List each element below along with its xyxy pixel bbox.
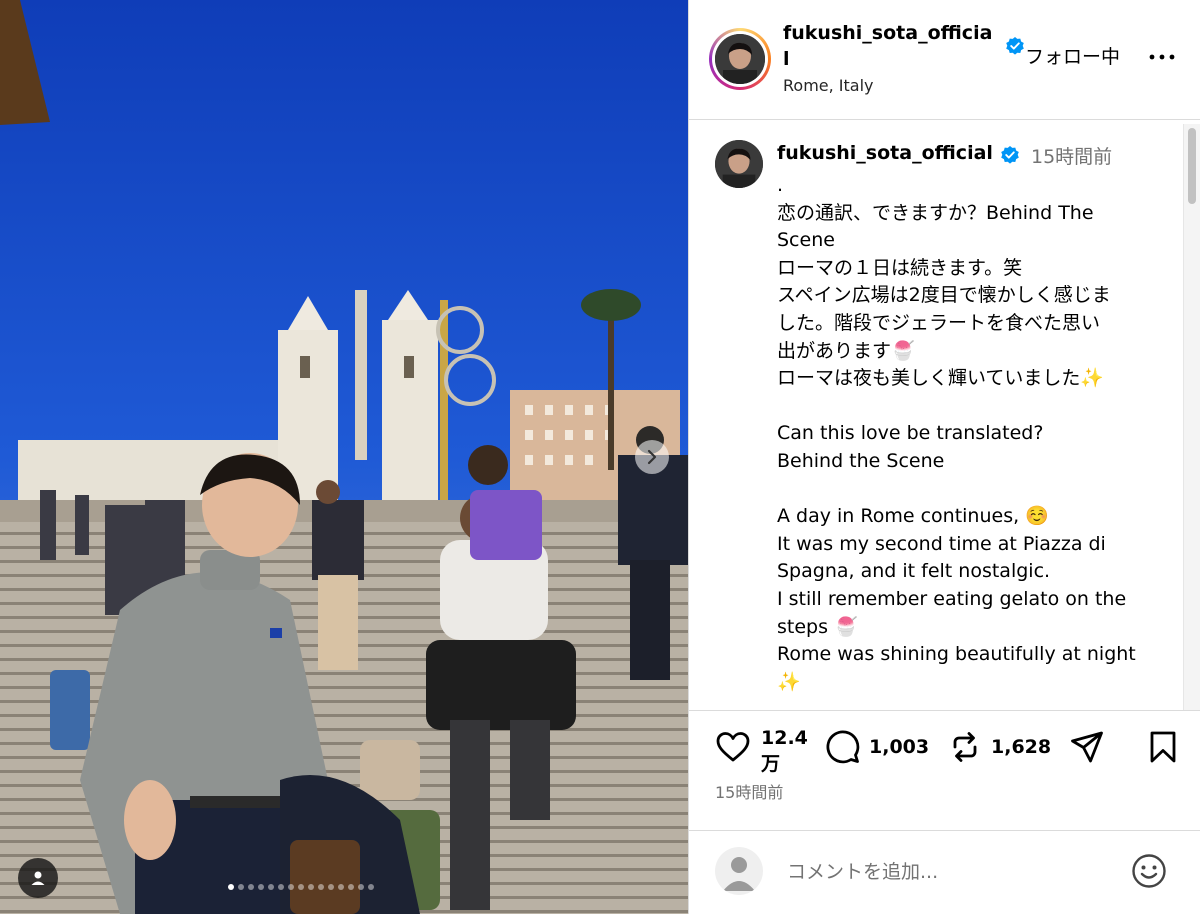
- more-icon: [1149, 54, 1175, 60]
- carousel-dot: [238, 884, 244, 890]
- post-photo: [0, 0, 688, 914]
- caption-line: Rome was shining beautifully at night: [777, 643, 1136, 666]
- caption-line: [777, 476, 1167, 504]
- comment-count: 1,003: [869, 736, 930, 758]
- verified-badge-icon: [1001, 146, 1019, 164]
- caption-line: Behind the Scene: [777, 449, 945, 472]
- post-media[interactable]: [0, 0, 688, 914]
- default-avatar-icon: [723, 857, 755, 891]
- user-tag-icon: [31, 871, 45, 885]
- caption-line: ローマは夜も美しく輝いていました✨: [777, 367, 1105, 390]
- heart-icon: [716, 732, 750, 762]
- caption-line: Can this love be translated?: [777, 422, 1044, 445]
- more-options-button[interactable]: [1145, 44, 1179, 70]
- caption-timestamp: 15時間前: [1031, 146, 1113, 168]
- caption-avatar[interactable]: [715, 140, 763, 188]
- carousel-dot: [328, 884, 334, 890]
- like-count[interactable]: 12.4 万: [761, 725, 811, 777]
- tagged-users-button[interactable]: [18, 858, 58, 898]
- carousel-dot: [338, 884, 344, 890]
- smiley-icon: [1132, 854, 1166, 888]
- verified-badge-icon: [1006, 37, 1024, 55]
- caption-line: ✨: [777, 670, 801, 693]
- post-header: fukushi_sota_officia l フォロー中 Rome, Italy: [689, 0, 1200, 120]
- carousel-dot: [318, 884, 324, 890]
- caption-line: Scene: [777, 229, 835, 252]
- carousel-dot: [228, 884, 234, 890]
- post-side-panel: fukushi_sota_officia l フォロー中 Rome, Italy…: [688, 0, 1200, 914]
- like-button[interactable]: [715, 729, 751, 765]
- location-link[interactable]: Rome, Italy: [783, 76, 874, 95]
- caption-section: fukushi_sota_official 15時間前 . 恋の通訳、できますか…: [689, 120, 1200, 710]
- post-timestamp[interactable]: 15時間前: [715, 779, 783, 803]
- carousel-dot: [288, 884, 294, 890]
- caption-line: 恋の通訳、できますか？Behind The: [777, 201, 1094, 224]
- current-user-avatar: [715, 847, 763, 895]
- carousel-dot: [348, 884, 354, 890]
- repost-count: 1,628: [991, 736, 1052, 758]
- caption-scrollbar[interactable]: [1183, 124, 1200, 710]
- comment-composer: [689, 830, 1200, 914]
- share-button[interactable]: [1069, 729, 1105, 765]
- caption-line: した。階段でジェラートを食べた思い: [777, 311, 1101, 334]
- username-link[interactable]: fukushi_sota_officia l: [783, 20, 1003, 72]
- action-bar: 12.4 万 1,003 1,628 15時間前: [689, 710, 1200, 830]
- repost-icon: [953, 732, 977, 762]
- following-button[interactable]: フォロー中: [1025, 44, 1120, 70]
- caption-line: A day in Rome continues, ☺️: [777, 505, 1049, 528]
- save-button[interactable]: [1145, 729, 1181, 765]
- carousel-dot: [298, 884, 304, 890]
- scrollbar-thumb[interactable]: [1188, 128, 1196, 204]
- carousel-dot: [358, 884, 364, 890]
- caption-line: Spagna, and it felt nostalgic.: [777, 560, 1051, 583]
- caption-text: . 恋の通訳、できますか？Behind The Scene ローマの１日は続きま…: [777, 172, 1167, 696]
- caption-line: .: [777, 174, 784, 196]
- caption-username[interactable]: fukushi_sota_official: [777, 142, 993, 164]
- emoji-button[interactable]: [1131, 853, 1167, 889]
- carousel-dot: [308, 884, 314, 890]
- carousel-dot: [278, 884, 284, 890]
- carousel-dot: [248, 884, 254, 890]
- caption-line: [777, 393, 1167, 421]
- instagram-post-view: fukushi_sota_officia l フォロー中 Rome, Italy…: [0, 0, 1200, 914]
- caption-line: steps 🍧: [777, 615, 858, 638]
- comment-button[interactable]: 1,003: [825, 729, 929, 765]
- comment-input[interactable]: [785, 855, 1109, 889]
- avatar[interactable]: [715, 34, 765, 84]
- caption-line: 出があります🍧: [777, 339, 915, 362]
- caption-line: I still remember eating gelato on the: [777, 587, 1127, 610]
- bookmark-icon: [1150, 731, 1176, 763]
- carousel-next-button[interactable]: [635, 440, 669, 474]
- repost-button[interactable]: 1,628: [947, 729, 1051, 765]
- caption-line: It was my second time at Piazza di: [777, 532, 1106, 555]
- carousel-dot: [368, 884, 374, 890]
- paper-plane-icon: [1071, 731, 1103, 763]
- caption-line: スペイン広場は2度目で懐かしく感じま: [777, 284, 1111, 307]
- carousel-indicator: [228, 884, 374, 890]
- carousel-dot: [258, 884, 264, 890]
- chevron-right-icon: [647, 449, 657, 465]
- carousel-dot: [268, 884, 274, 890]
- caption-line: ローマの１日は続きます。笑: [777, 256, 1023, 279]
- speech-bubble-icon: [826, 730, 860, 764]
